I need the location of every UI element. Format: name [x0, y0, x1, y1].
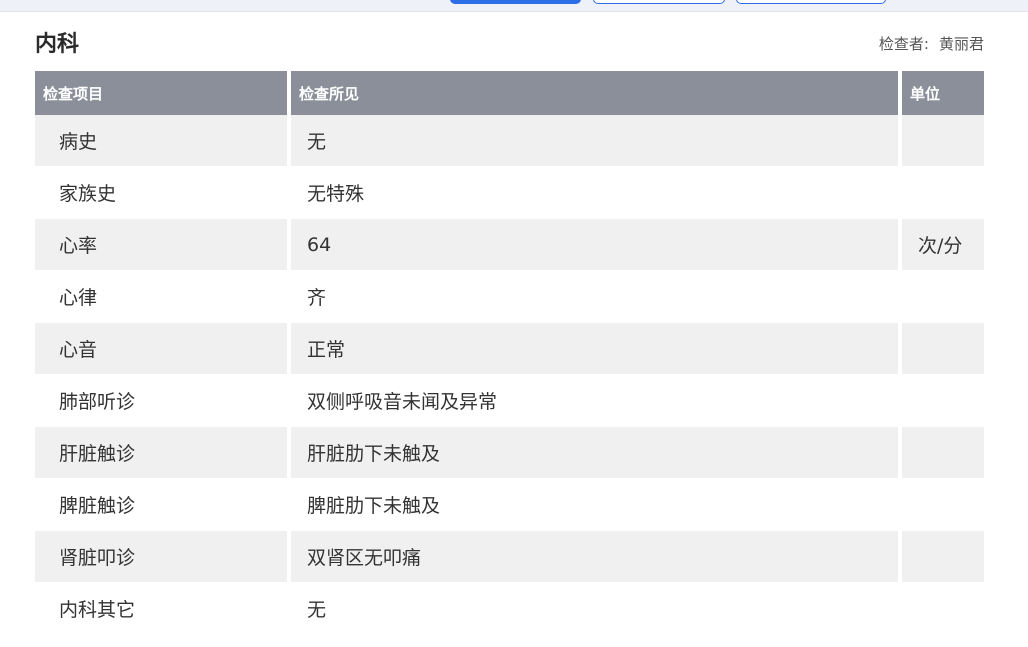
table-row: 心率 64 次/分 [35, 219, 984, 271]
column-header-item: 检查项目 [35, 71, 287, 115]
cell-finding: 双侧呼吸音未闻及异常 [291, 375, 898, 427]
cell-unit [902, 531, 984, 583]
cell-item: 心率 [35, 219, 287, 271]
examiner-label: 检查者: [878, 35, 929, 53]
cell-finding: 双肾区无叩痛 [291, 531, 898, 583]
section-title: 内科 [35, 32, 80, 57]
cell-finding: 无 [291, 583, 898, 635]
table-row: 心音 正常 [35, 323, 984, 375]
cell-finding: 正常 [291, 323, 898, 375]
cell-unit [902, 323, 984, 375]
cell-finding: 肝脏肋下未触及 [291, 427, 898, 479]
table-row: 病史 无 [35, 115, 984, 167]
cell-item: 家族史 [35, 167, 287, 219]
table-row: 家族史 无特殊 [35, 167, 984, 219]
cell-unit [902, 271, 984, 323]
cell-item: 肝脏触诊 [35, 427, 287, 479]
cell-item: 心音 [35, 323, 287, 375]
examiner-name: 黄丽君 [938, 35, 984, 53]
cell-finding: 脾脏肋下未触及 [291, 479, 898, 531]
cell-item: 内科其它 [35, 583, 287, 635]
cell-finding: 64 [291, 219, 898, 271]
table-row: 内科其它 无 [35, 583, 984, 635]
toolbar-tab-active[interactable] [450, 0, 581, 4]
column-header-finding: 检查所见 [291, 71, 898, 115]
cell-item: 病史 [35, 115, 287, 167]
toolbar-tab-3[interactable] [736, 0, 886, 4]
cell-item: 肺部听诊 [35, 375, 287, 427]
column-header-unit: 单位 [902, 71, 984, 115]
exam-results-table: 检查项目 检查所见 单位 病史 无 家族史 无特殊 心率 64 次/分 心律 齐… [35, 71, 984, 635]
cell-item: 心律 [35, 271, 287, 323]
cell-unit: 次/分 [902, 219, 984, 271]
cell-finding: 齐 [291, 271, 898, 323]
table-header-row: 检查项目 检查所见 单位 [35, 71, 984, 115]
cell-item: 肾脏叩诊 [35, 531, 287, 583]
table-row: 脾脏触诊 脾脏肋下未触及 [35, 479, 984, 531]
cell-unit [902, 375, 984, 427]
cell-unit [902, 427, 984, 479]
table-row: 心律 齐 [35, 271, 984, 323]
table-row: 肺部听诊 双侧呼吸音未闻及异常 [35, 375, 984, 427]
cell-unit [902, 583, 984, 635]
top-toolbar [0, 0, 1028, 12]
cell-finding: 无 [291, 115, 898, 167]
table-row: 肝脏触诊 肝脏肋下未触及 [35, 427, 984, 479]
cell-unit [902, 479, 984, 531]
cell-unit [902, 115, 984, 167]
cell-unit [902, 167, 984, 219]
toolbar-tab-2[interactable] [593, 0, 725, 4]
table-row: 肾脏叩诊 双肾区无叩痛 [35, 531, 984, 583]
examiner-info: 检查者: 黄丽君 [879, 33, 984, 55]
cell-finding: 无特殊 [291, 167, 898, 219]
cell-item: 脾脏触诊 [35, 479, 287, 531]
